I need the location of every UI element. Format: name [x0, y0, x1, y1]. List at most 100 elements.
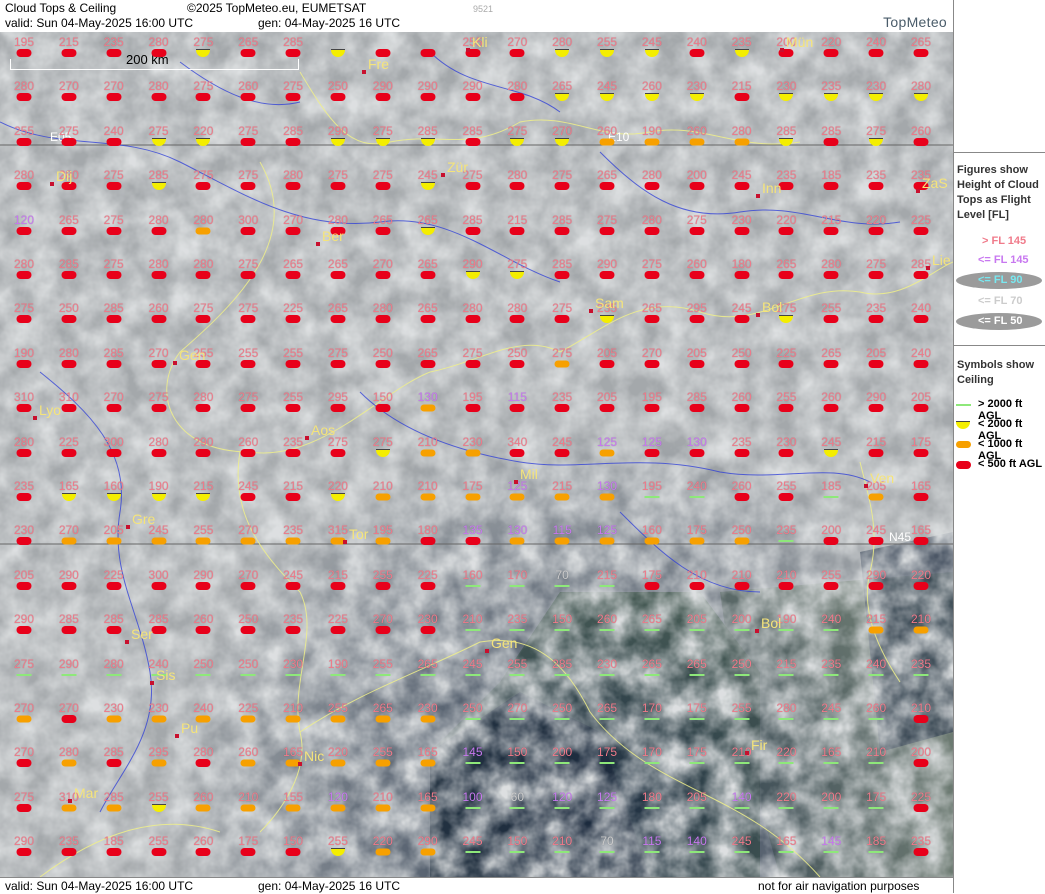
cloud-top-value: 265 — [372, 701, 393, 715]
ceiling-red-icon — [16, 359, 32, 368]
cloud-top-value: 310 — [58, 390, 79, 405]
cloud-top-value: 215 — [866, 612, 887, 627]
city-label: Kli — [472, 34, 488, 50]
ceiling-red-icon — [465, 315, 480, 324]
cloud-top-value: 210 — [776, 567, 797, 582]
ceiling-green-icon — [554, 806, 570, 809]
ceiling-red-icon — [509, 404, 525, 413]
cloud-top-value: 275 — [552, 301, 573, 316]
ceiling-red-icon — [734, 315, 750, 324]
cloud-top-value: 220 — [821, 35, 842, 49]
cloud-top-value: 125 — [641, 434, 662, 449]
ceiling-orange-icon — [734, 537, 750, 545]
legend-ceiling-title: Symbols show Ceiling — [957, 359, 1035, 386]
ceiling-red-icon — [465, 137, 480, 146]
ceiling-green-icon — [330, 673, 346, 676]
cloud-top-value: 130 — [597, 479, 618, 493]
ceiling-red-icon — [420, 359, 436, 368]
ceiling-red-icon — [16, 315, 32, 324]
cloud-top-value: 255 — [148, 834, 169, 849]
ceiling-orange-icon — [554, 493, 570, 501]
cloud-top-value: 280 — [13, 168, 35, 183]
cloud-top-value: 195 — [641, 390, 662, 405]
ceiling-red-icon — [240, 448, 256, 457]
cloud-top-value: 235 — [103, 35, 124, 49]
ceiling-green-icon — [240, 673, 256, 676]
ceiling-red-icon — [375, 315, 391, 324]
ceiling-orange-icon — [195, 537, 211, 545]
ceiling-red-icon — [151, 581, 167, 590]
cloud-top-value: 285 — [283, 123, 304, 138]
cloud-top-value: 210 — [686, 567, 707, 582]
ceiling-orange-icon — [106, 715, 122, 723]
cloud-top-value: 280 — [507, 168, 528, 183]
ceiling-orange-icon — [285, 715, 301, 723]
city-marker-icon — [589, 309, 593, 313]
ceiling-red-icon — [16, 581, 32, 590]
ceiling-red-icon — [195, 93, 211, 102]
ceiling-red-icon — [16, 271, 32, 279]
cloud-top-value: 125 — [597, 523, 618, 538]
cloud-top-value: 265 — [641, 612, 662, 627]
cloud-top-value: 250 — [238, 612, 259, 627]
ceiling-red-icon — [240, 49, 256, 57]
cloud-top-value: 210 — [417, 434, 438, 449]
cloud-top-value: 225 — [910, 212, 932, 227]
cloud-top-value: 265 — [641, 656, 662, 671]
ceiling-red-icon — [734, 93, 750, 102]
ceiling-red-icon — [823, 315, 839, 324]
cloud-top-value: 240 — [910, 345, 932, 360]
ceiling-green-icon — [420, 673, 436, 676]
cloud-top-value: 280 — [193, 257, 214, 271]
cloud-top-value: 270 — [13, 745, 35, 760]
cloud-top-value: 245 — [238, 479, 259, 493]
cloud-top-value: 270 — [238, 523, 259, 538]
cloud-top-value: 225 — [283, 301, 304, 316]
cloud-top-value: 230 — [283, 656, 304, 671]
cloud-top-value: 250 — [238, 656, 259, 671]
ceiling-red-icon — [61, 49, 77, 57]
ceiling-green-icon — [465, 851, 480, 854]
cloud-top-value: 130 — [686, 434, 707, 449]
ceiling-red-icon — [375, 404, 391, 413]
cloud-top-value: 290 — [193, 567, 214, 582]
cloud-top-value: 165 — [910, 523, 932, 538]
city-label: Zür — [447, 159, 468, 175]
ceiling-red-icon — [240, 271, 256, 279]
cloud-top-value: 140 — [731, 789, 752, 804]
cloud-top-value: 285 — [103, 301, 124, 316]
cloud-top-value: 235 — [866, 301, 887, 316]
cloud-top-value: 265 — [686, 656, 707, 671]
cloud-top-value: 210 — [417, 479, 438, 493]
cloud-top-value: 115 — [552, 523, 572, 538]
cloud-top-value: 215 — [283, 479, 304, 493]
cloud-top-value: 265 — [238, 35, 259, 49]
ceiling-green-icon — [106, 673, 122, 676]
ceiling-red-icon — [16, 448, 32, 457]
cloud-top-value: 255 — [776, 390, 797, 405]
ceiling-green-icon — [689, 718, 705, 720]
ceiling-red-icon — [151, 404, 167, 413]
ceiling-red-icon — [106, 581, 122, 590]
cloud-top-value: 240 — [866, 656, 887, 671]
city-marker-icon — [33, 416, 37, 420]
ceiling-red-icon — [285, 182, 301, 191]
cloud-top-value: 250 — [552, 701, 573, 715]
ceiling-red-icon — [778, 271, 794, 279]
ceiling-green-icon — [734, 762, 750, 765]
ceiling-red-icon — [644, 315, 660, 324]
cloud-top-value: 230 — [417, 612, 438, 627]
ceiling-red-icon — [106, 626, 122, 635]
cloud-top-value: 70 — [555, 567, 569, 582]
cloud-top-value: 255 — [238, 345, 259, 360]
ceiling-orange-icon — [734, 138, 750, 146]
cloud-top-value: 265 — [327, 301, 348, 316]
city-marker-icon — [466, 48, 470, 52]
cloud-top-value: 180 — [731, 257, 752, 271]
ceiling-red-icon — [151, 448, 167, 457]
cloud-top-value: 165 — [776, 834, 797, 849]
cloud-top-value: 240 — [686, 479, 707, 493]
ceiling-red-icon — [61, 581, 77, 590]
city-label: Nic — [304, 748, 325, 764]
cloud-top-value: 260 — [238, 745, 259, 760]
